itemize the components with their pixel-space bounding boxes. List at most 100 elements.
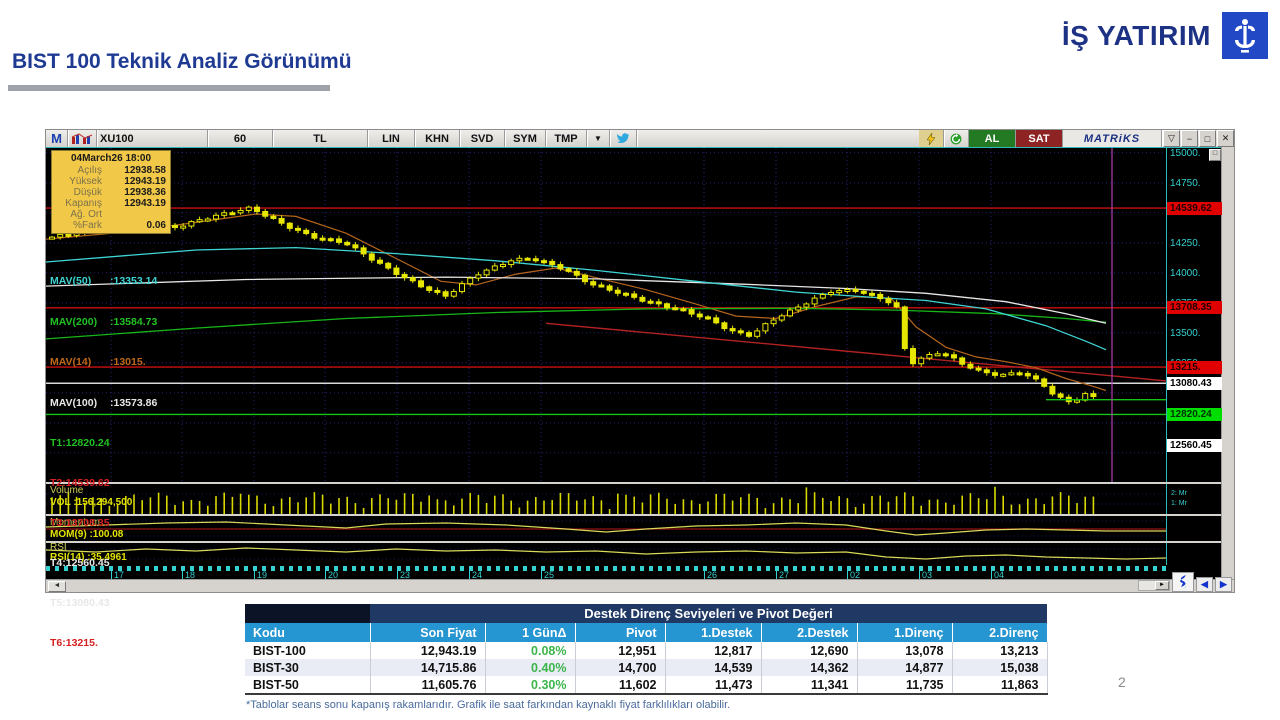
- info-value: 12938.36: [124, 187, 166, 198]
- cell-destek2: 14,362: [761, 659, 858, 676]
- chart-restore-button[interactable]: □: [1209, 149, 1221, 161]
- cell-son-fiyat: 11,605.76: [370, 676, 486, 695]
- currency-field[interactable]: TL: [273, 130, 368, 147]
- mode-svd-button[interactable]: SVD: [460, 130, 505, 147]
- price-level-badge: 12560.45: [1167, 439, 1222, 453]
- mode-khn-label: KHN: [425, 132, 449, 145]
- horizontal-scrollbar[interactable]: ►: [1138, 580, 1170, 591]
- mav-value: :13584.73: [110, 315, 158, 328]
- cell-direnc1: 13,078: [857, 642, 953, 659]
- time-axis-label: 26: [704, 570, 717, 580]
- table-row-bist30: BIST-30 14,715.86 0.40% 14,700 14,539 14…: [245, 659, 1048, 676]
- table-footnote: *Tablolar seans sonu kapanış rakamlarıdı…: [246, 699, 731, 711]
- window-scroll-strip[interactable]: [1221, 147, 1234, 580]
- mode-svd-label: SVD: [470, 132, 494, 145]
- info-label: Açılış: [77, 165, 102, 176]
- rsi-panel[interactable]: RSI RSI(14) :35.4961: [46, 543, 1222, 565]
- window-dropdown-button[interactable]: ▽: [1163, 130, 1180, 147]
- table-row-bist100: BIST-100 12,943.19 0.08% 12,951 12,817 1…: [245, 642, 1048, 659]
- scrollbar-thumb[interactable]: ►: [1155, 581, 1169, 590]
- col-header-destek1: 1.Destek: [665, 623, 762, 642]
- mav-value: :13015.: [110, 356, 146, 368]
- price-axis-label: 13500.: [1170, 327, 1201, 339]
- t3-level-label: T3:13708.35: [50, 517, 110, 529]
- symbol-field[interactable]: XU100: [97, 130, 208, 147]
- price-axis-label: 14750.: [1170, 177, 1201, 189]
- info-label: Düşük: [73, 187, 102, 198]
- chart-type-icon[interactable]: [68, 130, 97, 147]
- pivot-table: Destek Direnç Seviyeleri ve Pivot Değeri…: [245, 604, 1048, 695]
- matriks-flash-icon[interactable]: [1172, 572, 1194, 592]
- col-header-kodu: Kodu: [245, 623, 371, 642]
- pan-left-button[interactable]: ◀: [1196, 577, 1213, 592]
- mode-sym-button[interactable]: SYM: [505, 130, 546, 147]
- buy-button[interactable]: AL: [969, 130, 1016, 147]
- time-axis-label: 04: [991, 570, 1004, 580]
- lightning-button[interactable]: [919, 130, 944, 147]
- page-number: 2: [1118, 674, 1126, 690]
- currency-value: TL: [313, 132, 327, 145]
- matriks-m-logo[interactable]: M: [46, 130, 68, 147]
- price-axis[interactable]: □ 15000.14750.14250.14000.13750.13500.13…: [1166, 148, 1222, 482]
- symbol-value: XU100: [100, 132, 134, 145]
- info-value: 12943.19: [124, 176, 166, 187]
- time-axis-label: 27: [776, 570, 789, 580]
- mav50-row: MAV(50):13353.14: [50, 275, 157, 289]
- is-yatirim-logo: İŞ YATIRIM: [1062, 12, 1268, 59]
- table-title-spacer: [245, 604, 370, 623]
- toolbar-dropdown-icon[interactable]: ▼: [587, 130, 610, 147]
- sell-button[interactable]: SAT: [1016, 130, 1063, 147]
- price-panel[interactable]: 04March26 18:00 Açılış 12938.58 Yüksek 129…: [46, 147, 1222, 649]
- info-value: [102, 209, 166, 220]
- price-level-badge: 13080.43: [1167, 376, 1222, 390]
- refresh-button[interactable]: [944, 130, 969, 147]
- price-axis-label: 14000.: [1170, 267, 1201, 279]
- price-level-badge: 13215.: [1167, 360, 1222, 374]
- pan-right-button[interactable]: ▶: [1215, 577, 1232, 592]
- time-axis-label: 25: [541, 570, 554, 580]
- cell-son-fiyat: 14,715.86: [370, 659, 486, 676]
- cell-kodu: BIST-50: [245, 676, 371, 695]
- cell-kodu: BIST-30: [245, 659, 371, 676]
- momentum-panel[interactable]: Momentum MOM(9) :100.08: [46, 516, 1222, 541]
- cell-direnc1: 11,735: [857, 676, 953, 695]
- info-box-datetime: 04March26 18:00: [70, 153, 152, 164]
- table-header-row: Kodu Son Fiyat 1 GünΔ Pivot 1.Destek 2.D…: [245, 623, 1048, 642]
- time-axis-label: 23: [397, 570, 410, 580]
- time-axis-label: 20: [325, 570, 338, 580]
- cell-destek2: 12,690: [761, 642, 858, 659]
- cell-pivot: 12,951: [575, 642, 666, 659]
- table-title-row: Destek Direnç Seviyeleri ve Pivot Değeri: [245, 604, 1047, 623]
- cell-destek1: 12,817: [665, 642, 762, 659]
- momentum-axis: [1166, 516, 1222, 541]
- mav-label: MAV(200): [50, 315, 98, 328]
- twitter-icon[interactable]: [610, 130, 637, 147]
- matriks-brand: MATRiKS: [1063, 130, 1162, 147]
- col-header-direnc1: 1.Direnç: [857, 623, 953, 642]
- time-axis-label: 19: [254, 570, 267, 580]
- cell-gun-delta: 0.08%: [485, 642, 576, 659]
- price-level-badge: 13708.35: [1167, 301, 1222, 315]
- mode-tmp-button[interactable]: TMP: [546, 130, 587, 147]
- mav-value: :13353.14: [110, 275, 158, 287]
- col-header-direnc2: 2.Direnç: [952, 623, 1048, 642]
- window-maximize-button[interactable]: □: [1199, 130, 1216, 147]
- cell-son-fiyat: 12,943.19: [370, 642, 486, 659]
- window-minimize-button[interactable]: −: [1181, 130, 1198, 147]
- page-title: BIST 100 Teknik Analiz Görünümü: [12, 50, 352, 73]
- time-axis-label: 03: [919, 570, 932, 580]
- volume-panel[interactable]: Volume VOL :156,294,500 2: Mr 1: Mr: [46, 484, 1222, 514]
- time-axis[interactable]: 17 18 19 20 23 24 25 26 27 02 03 04: [46, 565, 1222, 580]
- mode-lin-button[interactable]: LIN: [368, 130, 415, 147]
- price-axis-label: 15000.: [1170, 147, 1201, 159]
- info-value: 12938.58: [124, 165, 166, 176]
- price-axis-label: 14250.: [1170, 237, 1201, 249]
- mode-khn-button[interactable]: KHN: [415, 130, 460, 147]
- mav100-row: MAV(100):13573.86: [50, 397, 157, 411]
- indicator-legend: MAV(50):13353.14 MAV(200) :13584.73 MAV(1…: [50, 248, 157, 677]
- brand-wordmark: İŞ YATIRIM: [1061, 19, 1211, 51]
- t5-level-label: T5:13080.43: [50, 597, 110, 609]
- info-value: 0.06: [146, 220, 166, 231]
- window-close-button[interactable]: ✕: [1217, 130, 1234, 147]
- period-field[interactable]: 60: [208, 130, 273, 147]
